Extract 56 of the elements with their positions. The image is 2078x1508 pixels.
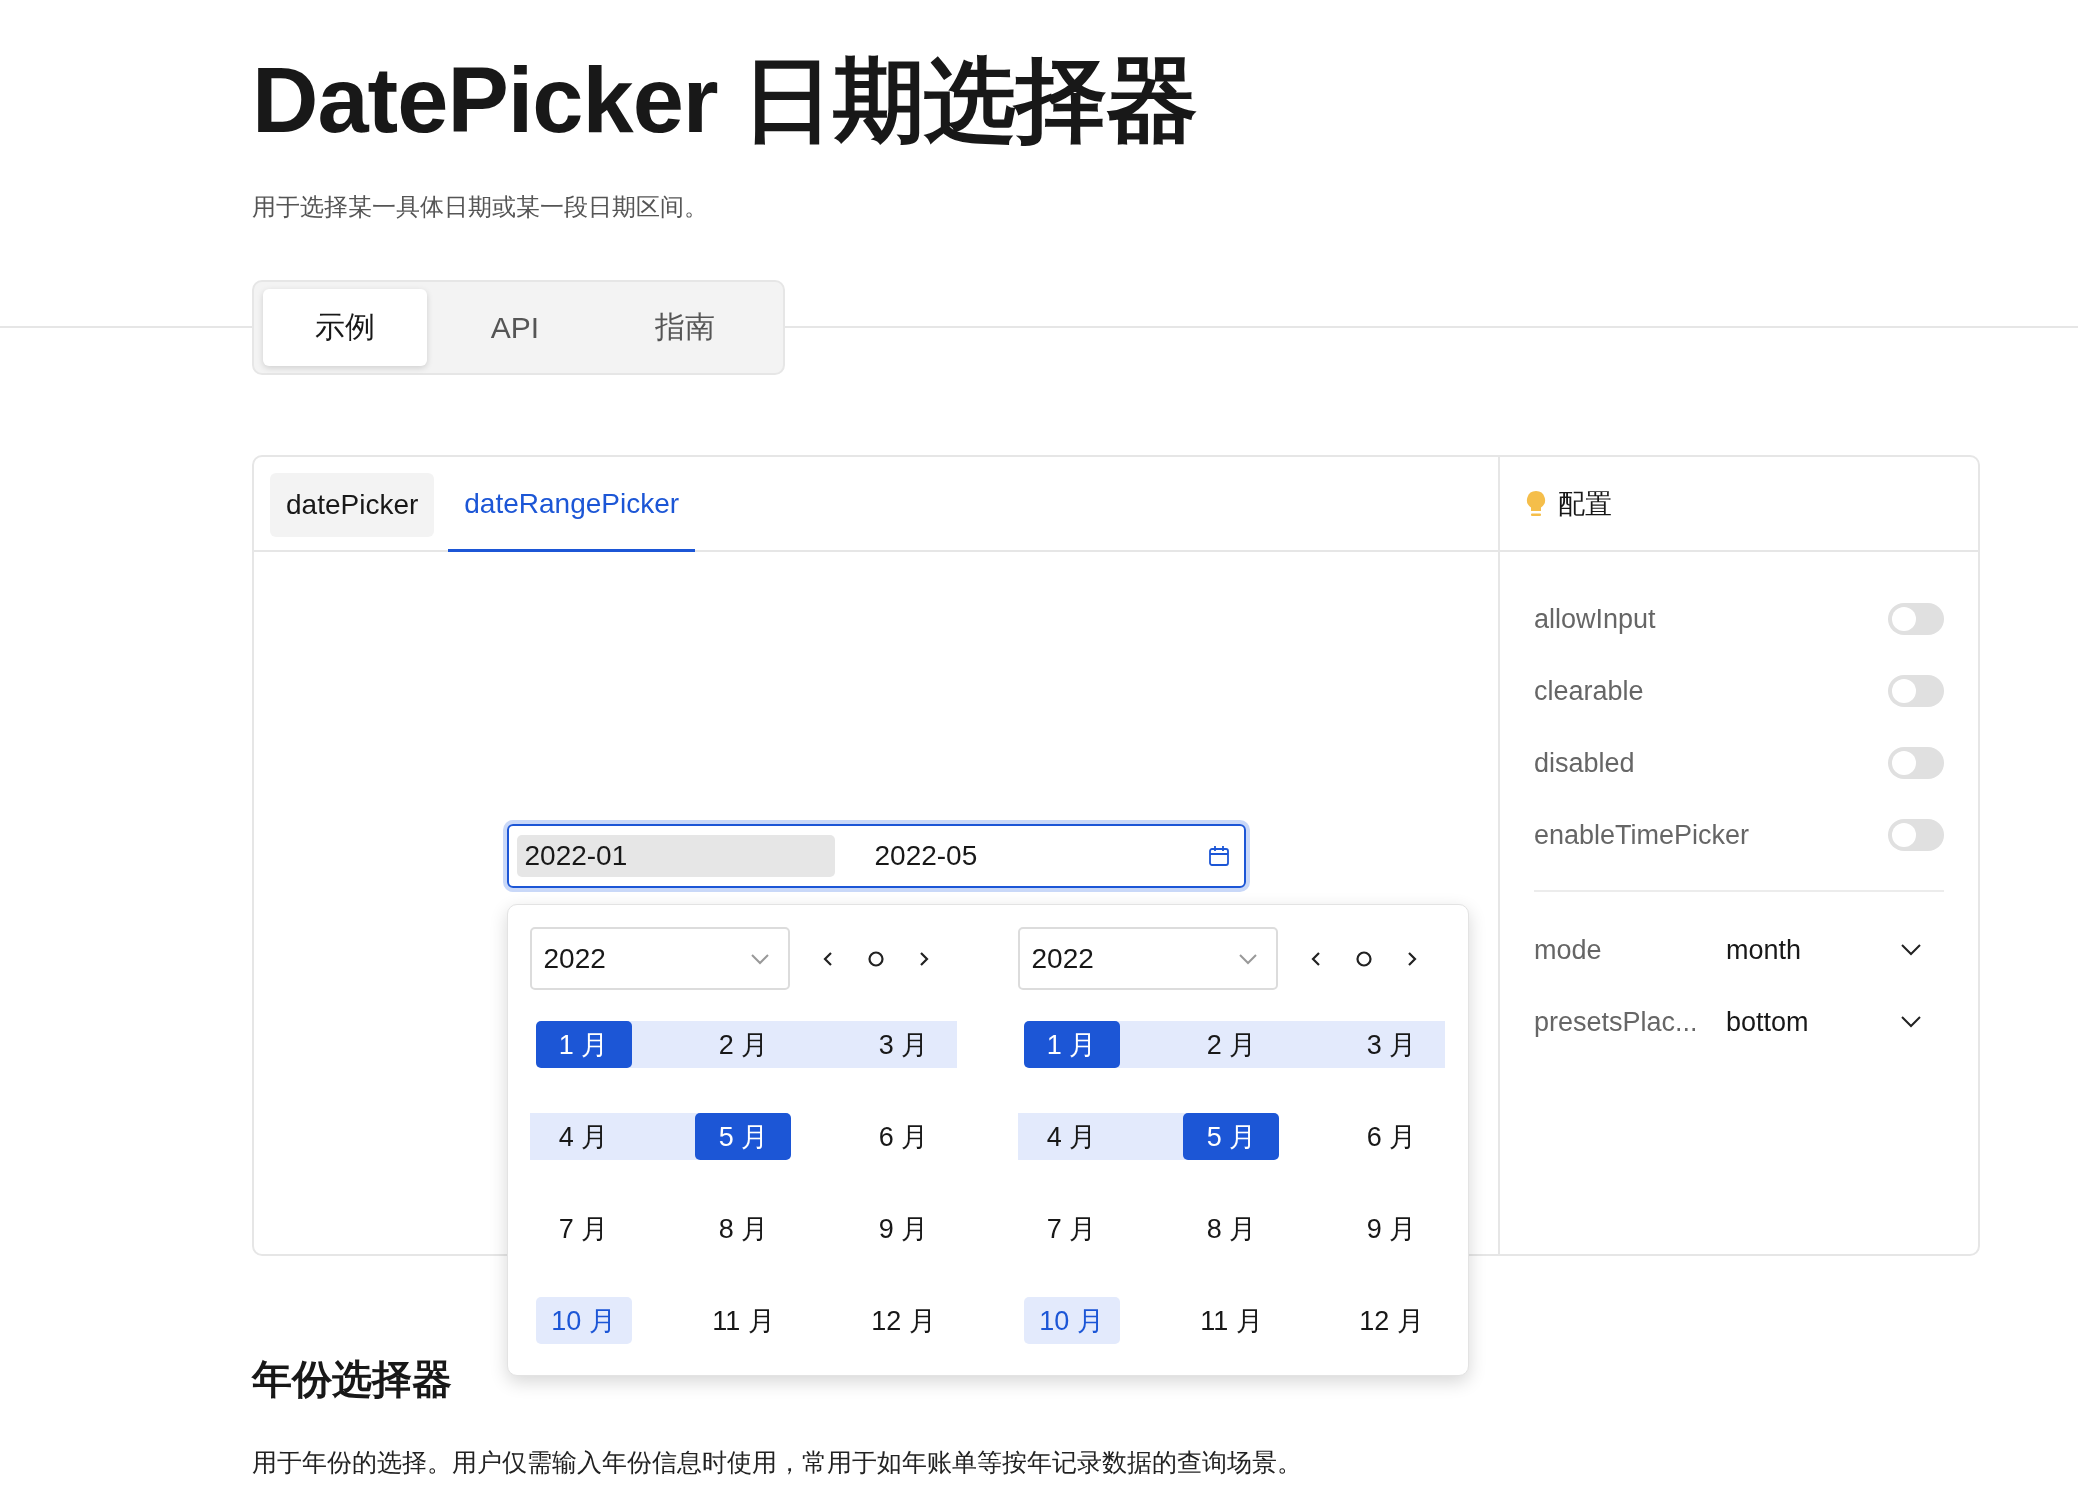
- month-cell[interactable]: 8 月: [1183, 1205, 1280, 1252]
- year-select[interactable]: 2022: [1017, 927, 1278, 990]
- switch-label: allowInput: [1534, 603, 1656, 635]
- month-cell[interactable]: 7 月: [1023, 1205, 1120, 1252]
- doc-tab[interactable]: 指南: [603, 289, 767, 366]
- select-field[interactable]: bottom: [1726, 1006, 1944, 1038]
- toggle-switch[interactable]: [1888, 675, 1944, 707]
- calendar-icon[interactable]: [1207, 845, 1230, 867]
- page-title: DatePicker 日期选择器: [252, 48, 1198, 153]
- chevron-down-icon: [1237, 952, 1258, 965]
- date-input[interactable]: 2022-05: [866, 835, 1185, 877]
- month-cell[interactable]: 2 月: [1183, 1021, 1280, 1068]
- chevron-down-icon: [1900, 943, 1922, 957]
- month-cell[interactable]: 9 月: [1343, 1205, 1440, 1252]
- month-cell[interactable]: 5 月: [1183, 1113, 1280, 1160]
- month-cell[interactable]: 3 月: [855, 1021, 952, 1068]
- month-cell[interactable]: 6 月: [855, 1113, 952, 1160]
- month-cell[interactable]: 1 月: [535, 1021, 632, 1068]
- chevron-down-icon: [749, 952, 770, 965]
- doc-tab[interactable]: 示例: [263, 289, 427, 366]
- month-cell[interactable]: 8 月: [695, 1205, 792, 1252]
- month-cell[interactable]: 9 月: [855, 1205, 952, 1252]
- select-field[interactable]: month: [1726, 934, 1944, 966]
- config-title: 配置: [1558, 487, 1612, 521]
- date-input[interactable]: 2022-01: [516, 835, 835, 877]
- month-cell[interactable]: 4 月: [1023, 1113, 1120, 1160]
- year-select[interactable]: 2022: [529, 927, 790, 990]
- demo-tab[interactable]: datePicker: [270, 473, 435, 537]
- month-cell[interactable]: 11 月: [1183, 1297, 1280, 1344]
- chevron-down-icon: [1900, 1015, 1922, 1029]
- section-description: 用于年份的选择。用户仅需输入年份信息时使用，常用于如年账单等按年记录数据的查询场景。: [252, 1447, 1302, 1478]
- month-cell[interactable]: 7 月: [535, 1205, 632, 1252]
- month-cell[interactable]: 11 月: [695, 1297, 792, 1344]
- select-label: presetsPlac...: [1534, 1006, 1699, 1038]
- section-title: 年份选择器: [252, 1356, 452, 1403]
- page-description: 用于选择某一具体日期或某一段日期区间。: [252, 192, 708, 222]
- toggle-switch[interactable]: [1888, 603, 1944, 635]
- toggle-switch[interactable]: [1888, 747, 1944, 779]
- month-cell[interactable]: 10 月: [535, 1297, 632, 1344]
- month-cell[interactable]: 3 月: [1343, 1021, 1440, 1068]
- doc-tab[interactable]: API: [433, 289, 597, 366]
- toggle-switch[interactable]: [1888, 819, 1944, 851]
- month-cell[interactable]: 12 月: [1343, 1297, 1440, 1344]
- month-cell[interactable]: 2 月: [695, 1021, 792, 1068]
- month-cell[interactable]: 1 月: [1023, 1021, 1120, 1068]
- month-cell[interactable]: 10 月: [1023, 1297, 1120, 1344]
- switch-label: enableTimePicker: [1534, 819, 1750, 851]
- select-label: mode: [1534, 934, 1603, 966]
- lightbulb-icon: [1526, 489, 1546, 518]
- switch-label: clearable: [1534, 675, 1644, 707]
- month-cell[interactable]: 4 月: [535, 1113, 632, 1160]
- month-cell[interactable]: 5 月: [695, 1113, 792, 1160]
- month-cell[interactable]: 12 月: [855, 1297, 952, 1344]
- demo-tab[interactable]: dateRangePicker: [448, 473, 696, 552]
- month-cell[interactable]: 6 月: [1343, 1113, 1440, 1160]
- switch-label: disabled: [1534, 747, 1635, 779]
